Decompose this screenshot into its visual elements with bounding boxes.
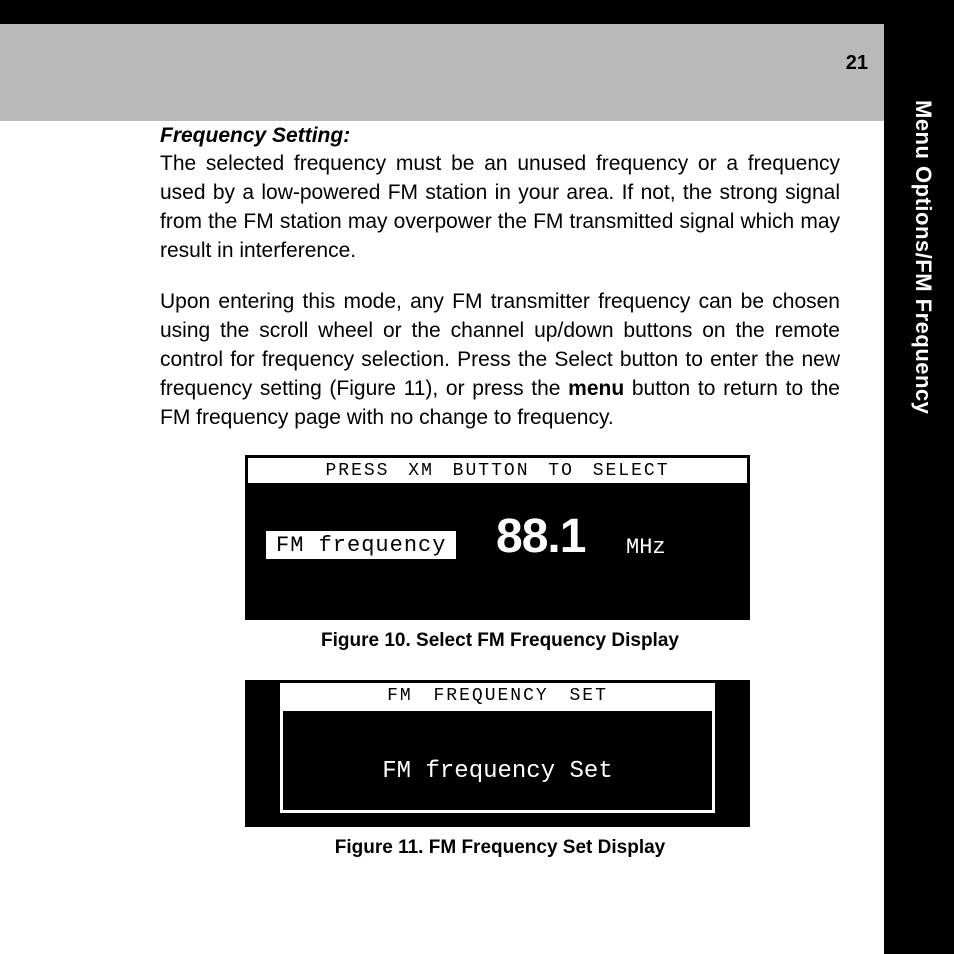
figure-10: PRESS XM BUTTON TO SELECT FM frequency 8…: [245, 455, 755, 620]
menu-button-ref: menu: [568, 377, 624, 400]
paragraph-1: The selected frequency must be an unused…: [160, 150, 840, 266]
display-topbar: PRESS XM BUTTON TO SELECT: [248, 458, 747, 483]
frequency-unit: MHz: [626, 535, 666, 560]
content-area: Frequency Setting: The selected frequenc…: [160, 124, 840, 887]
display-topbar: FM FREQUENCY SET: [280, 683, 715, 708]
figure-11: FM FREQUENCY SET FM frequency Set: [245, 680, 755, 827]
header-band: [0, 0, 884, 121]
page-number: 21: [846, 52, 868, 75]
device-display-frequency-set: FM FREQUENCY SET FM frequency Set: [245, 680, 750, 827]
fm-frequency-label: FM frequency: [266, 531, 456, 559]
device-display-select-frequency: PRESS XM BUTTON TO SELECT FM frequency 8…: [245, 455, 750, 620]
frequency-set-message: FM frequency Set: [248, 758, 747, 785]
manual-page: 21 Menu Options/FM Frequency Frequency S…: [0, 0, 954, 954]
paragraph-2: Upon entering this mode, any FM transmit…: [160, 288, 840, 433]
display-body: FM frequency Set: [248, 708, 747, 825]
frequency-value: 88.1: [496, 509, 585, 564]
figure-10-caption: Figure 10. Select FM Frequency Display: [160, 630, 840, 652]
figure-11-caption: Figure 11. FM Frequency Set Display: [160, 837, 840, 859]
section-heading: Frequency Setting:: [160, 124, 840, 148]
section-tab: Menu Options/FM Frequency: [884, 0, 954, 954]
section-tab-label: Menu Options/FM Frequency: [910, 100, 936, 414]
display-body: FM frequency 88.1 MHz: [248, 483, 747, 618]
